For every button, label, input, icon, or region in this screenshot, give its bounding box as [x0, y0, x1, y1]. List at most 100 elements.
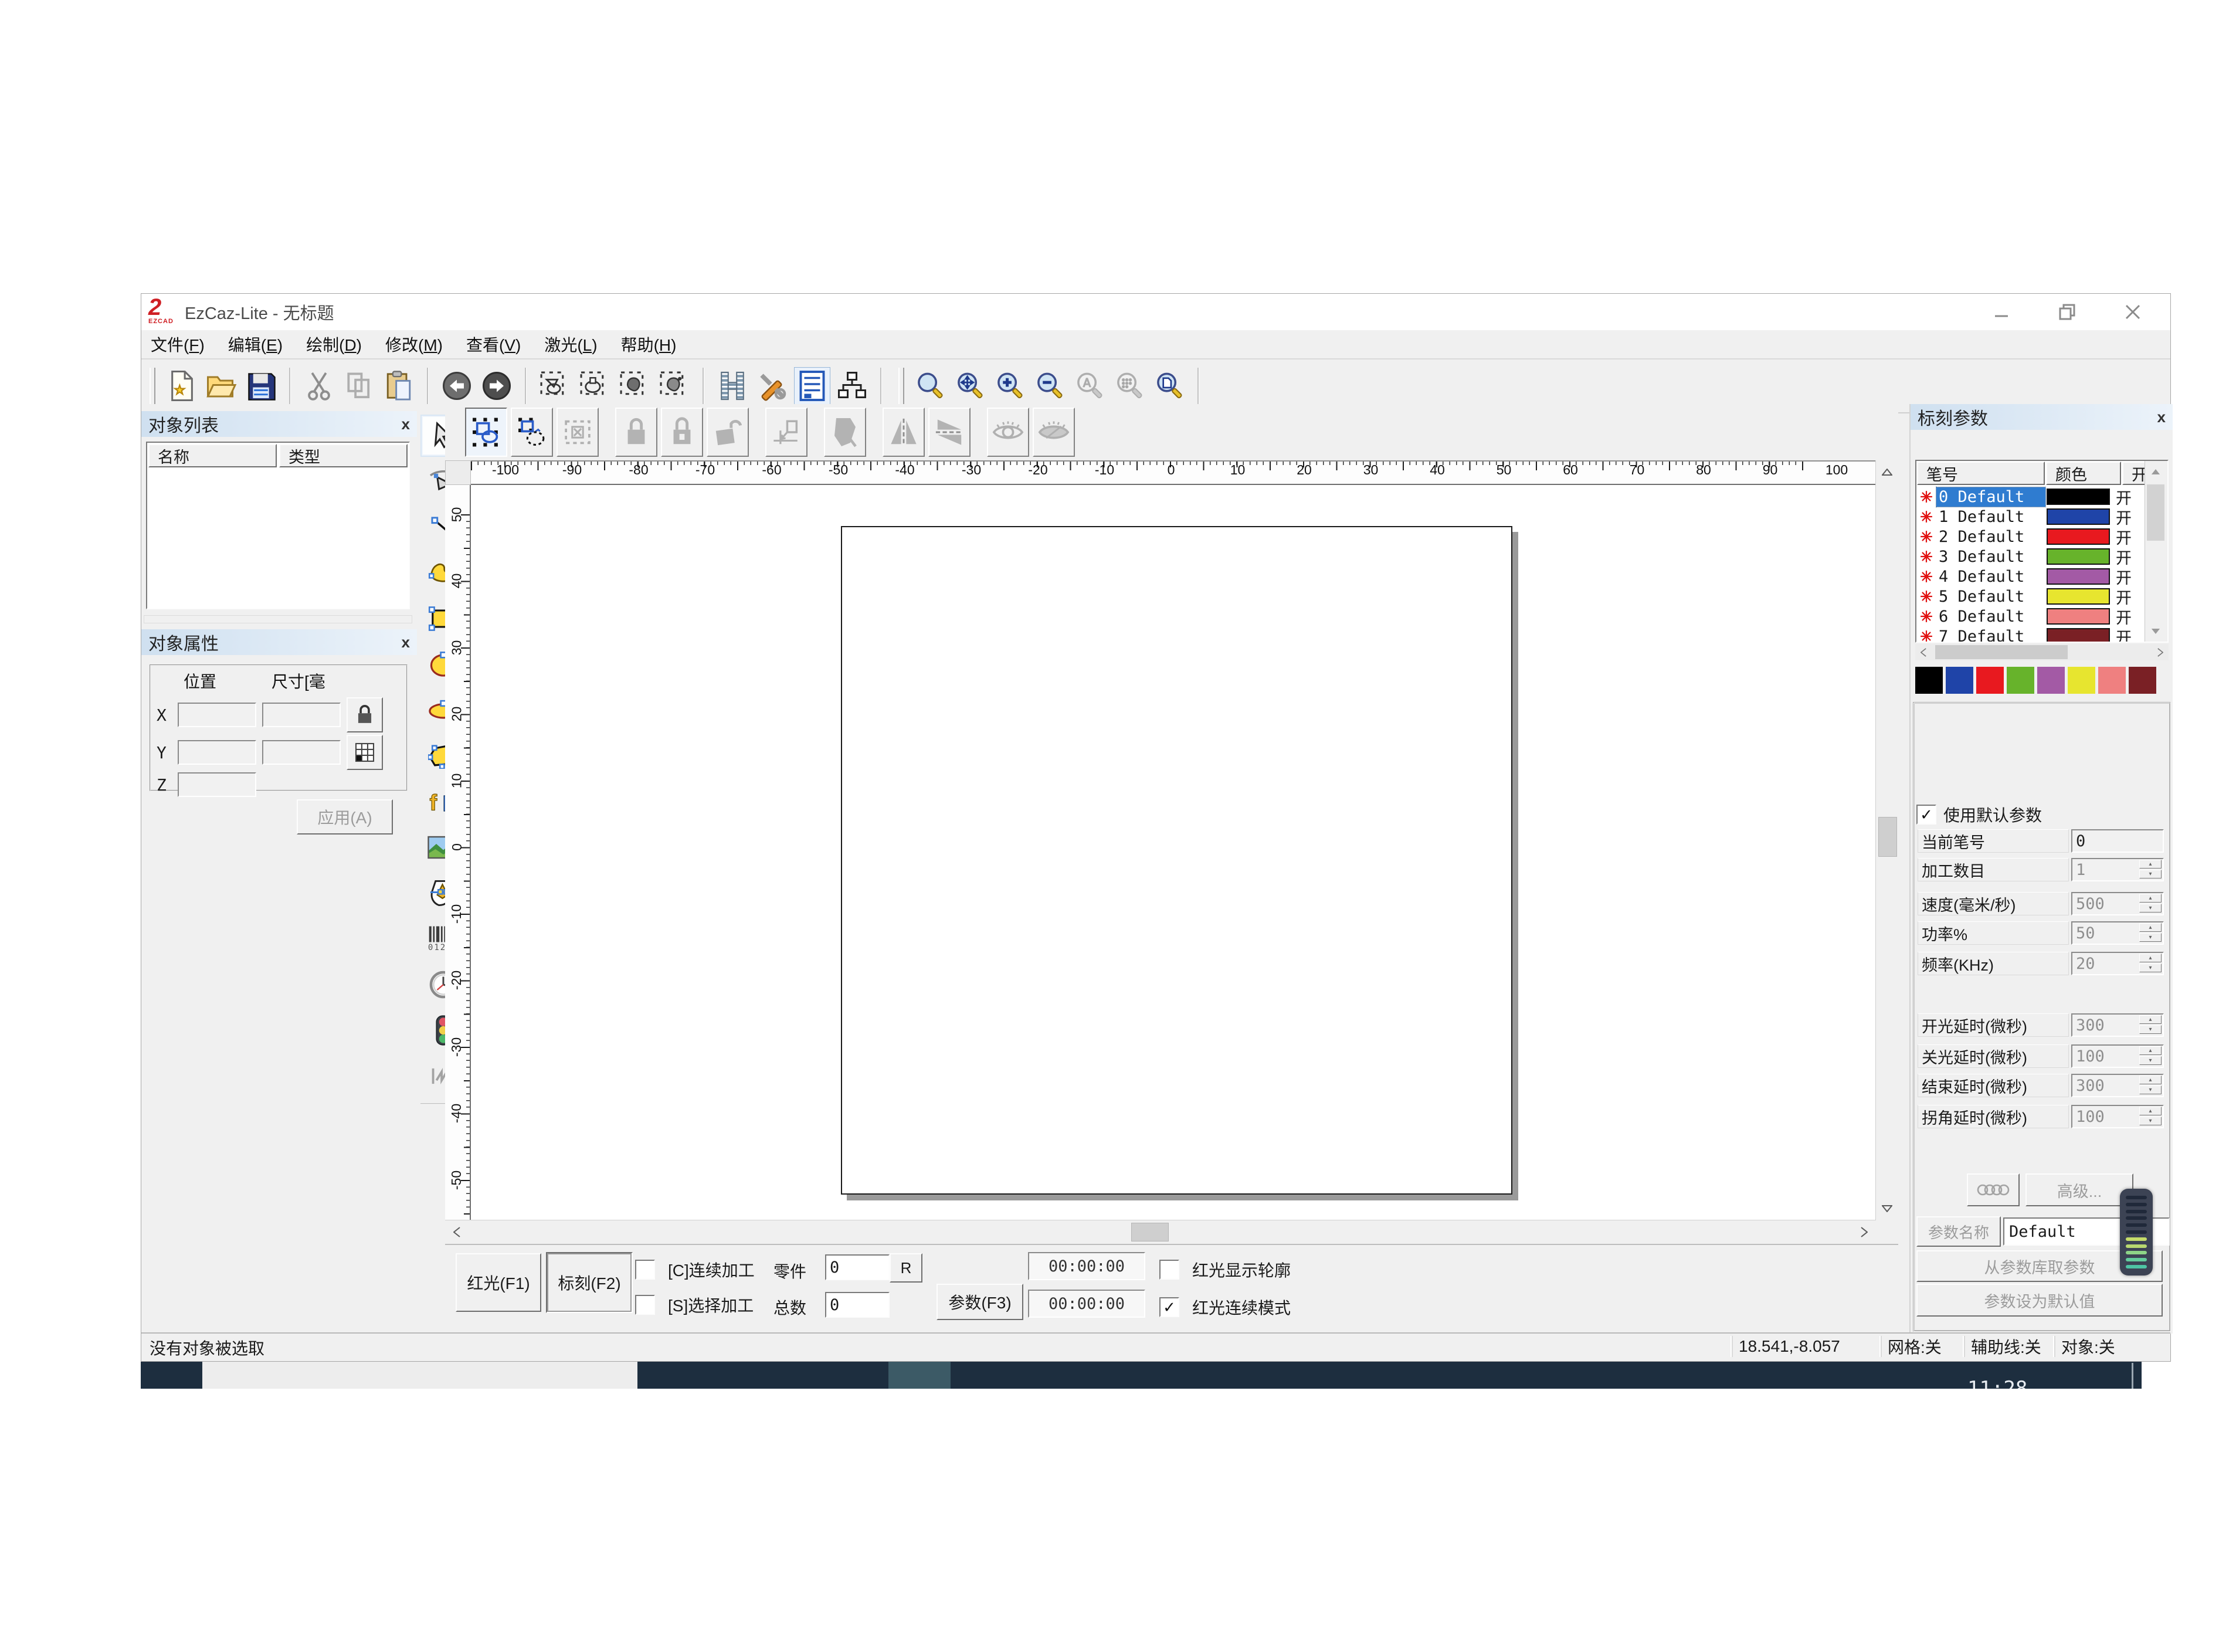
- pen-row[interactable]: 4 Default 开: [1916, 567, 2144, 586]
- pen-scroll-left-icon[interactable]: [1915, 644, 1932, 660]
- preview-hide-button[interactable]: [1033, 408, 1075, 457]
- laser-settings-button[interactable]: [754, 367, 790, 405]
- status-grid-toggle[interactable]: 网格:关: [1881, 1336, 1957, 1357]
- part-count-field[interactable]: 0: [825, 1254, 890, 1280]
- contour-checkbox[interactable]: [1159, 1260, 1179, 1280]
- menu-item[interactable]: 绘制(D): [306, 333, 362, 356]
- spinner-control[interactable]: ▴▾: [2139, 860, 2162, 878]
- zoom-page-button[interactable]: [1151, 367, 1187, 405]
- spinner-control[interactable]: ▴▾: [2139, 954, 2162, 972]
- object-props-close-icon[interactable]: x: [402, 633, 410, 652]
- pen-scroll-right-icon[interactable]: [2152, 644, 2169, 660]
- minimize-button[interactable]: [1987, 298, 2016, 326]
- lock-all-button[interactable]: [661, 408, 703, 457]
- param-field[interactable]: 300 ▴▾: [2071, 1074, 2164, 1097]
- y-position-field[interactable]: [178, 740, 256, 765]
- mark-params-close-icon[interactable]: x: [2157, 408, 2166, 426]
- object-tree-button[interactable]: [834, 367, 870, 405]
- aspect-lock-button[interactable]: [347, 697, 383, 732]
- copy-button[interactable]: [341, 367, 377, 405]
- pen-scroll-thumb[interactable]: [2147, 484, 2164, 541]
- continuous-checkbox[interactable]: [635, 1260, 655, 1280]
- palette-swatch[interactable]: [1976, 667, 2004, 694]
- reset-count-button[interactable]: R: [890, 1253, 922, 1283]
- y-size-field[interactable]: [262, 740, 341, 765]
- menu-item[interactable]: 查看(V): [466, 333, 521, 356]
- status-guides-toggle[interactable]: 辅助线:关: [1964, 1336, 2059, 1357]
- drawing-viewport[interactable]: [471, 485, 1876, 1220]
- node-add-button[interactable]: [576, 367, 613, 405]
- param-field[interactable]: 100 ▴▾: [2071, 1105, 2164, 1128]
- palette-swatch[interactable]: [1946, 667, 1973, 694]
- pen-table-hscroll[interactable]: [1915, 644, 2169, 660]
- scroll-up-icon[interactable]: [1876, 460, 1898, 484]
- spinner-control[interactable]: ▴▾: [2139, 1015, 2162, 1034]
- param-field[interactable]: 20 ▴▾: [2071, 952, 2164, 975]
- undo-button[interactable]: [439, 367, 475, 405]
- select-all-button[interactable]: [465, 408, 507, 457]
- param-field[interactable]: 500 ▴▾: [2071, 892, 2164, 915]
- param-f3-button[interactable]: 参数(F3): [937, 1284, 1023, 1320]
- set-as-default-button[interactable]: 参数设为默认值: [1916, 1284, 2163, 1317]
- menu-item[interactable]: 修改(M): [385, 333, 443, 356]
- vertical-scrollbar[interactable]: [1875, 460, 1898, 1220]
- param-field[interactable]: 0: [2071, 829, 2164, 853]
- column-header-type[interactable]: 类型: [279, 444, 408, 467]
- zoom-in-button[interactable]: [992, 367, 1028, 405]
- column-header-name[interactable]: 名称: [148, 444, 277, 467]
- zoom-out-button[interactable]: [1032, 367, 1068, 405]
- toolbar-grip[interactable]: [150, 368, 155, 404]
- spinner-control[interactable]: ▴▾: [2139, 894, 2162, 912]
- palette-swatch[interactable]: [2068, 667, 2095, 694]
- new-file-button[interactable]: [163, 367, 199, 405]
- pen-table-vscroll[interactable]: [2145, 461, 2167, 642]
- pen-row[interactable]: 3 Default 开: [1916, 547, 2144, 567]
- red-mode-checkbox[interactable]: ✓: [1159, 1297, 1179, 1317]
- pen-scroll-down-icon[interactable]: [2145, 620, 2166, 642]
- work-page[interactable]: [841, 526, 1512, 1195]
- panel-splitter[interactable]: [144, 615, 412, 623]
- pen-row[interactable]: 0 Default 开: [1916, 487, 2144, 507]
- cut-button[interactable]: [301, 367, 337, 405]
- param-field[interactable]: 100 ▴▾: [2071, 1044, 2164, 1068]
- object-list-body[interactable]: [148, 471, 408, 607]
- object-list-close-icon[interactable]: x: [402, 415, 410, 433]
- scroll-right-icon[interactable]: [1852, 1220, 1876, 1244]
- scroll-left-icon[interactable]: [445, 1220, 469, 1244]
- zoom-window-button[interactable]: [912, 367, 948, 405]
- menu-item[interactable]: 激光(L): [544, 333, 597, 356]
- pen-row[interactable]: 2 Default 开: [1916, 527, 2144, 547]
- pen-col-number[interactable]: 笔号: [1917, 462, 2045, 485]
- pen-col-color[interactable]: 颜色: [2046, 462, 2121, 485]
- select-invert-button[interactable]: [511, 408, 553, 457]
- unlock-button[interactable]: [707, 408, 749, 457]
- restore-button[interactable]: [2053, 298, 2081, 326]
- use-default-row[interactable]: ✓ 使用默认参数: [1916, 803, 2042, 826]
- palette-swatch[interactable]: [2037, 667, 2065, 694]
- menu-item[interactable]: 文件(F): [151, 333, 205, 356]
- save-button[interactable]: [243, 367, 279, 405]
- move-to-origin-button[interactable]: [765, 408, 807, 457]
- contour-mode-row[interactable]: 红光显示轮廓: [1159, 1258, 1291, 1281]
- pen-scroll-up-icon[interactable]: [2145, 461, 2166, 482]
- vertical-scroll-thumb[interactable]: [1878, 817, 1897, 857]
- z-position-field[interactable]: [178, 772, 256, 797]
- zoom-all-button[interactable]: A: [1071, 367, 1108, 405]
- hatch-button[interactable]: [714, 367, 751, 405]
- red-light-button[interactable]: 红光(F1): [456, 1253, 541, 1312]
- pen-hscroll-thumb[interactable]: [1935, 645, 2068, 659]
- title-bar[interactable]: 2 EZCAD EzCaz-Lite - 无标题: [141, 294, 2170, 330]
- node-delete-button[interactable]: [616, 367, 653, 405]
- preview-show-button[interactable]: [987, 408, 1029, 457]
- open-file-button[interactable]: [203, 367, 239, 405]
- spinner-control[interactable]: ▴▾: [2139, 1046, 2162, 1065]
- mirror-horizontal-button[interactable]: [883, 408, 925, 457]
- scroll-down-icon[interactable]: [1876, 1197, 1898, 1220]
- mark-panel-toggle-button[interactable]: [794, 367, 830, 405]
- horizontal-scroll-thumb[interactable]: [1131, 1223, 1169, 1241]
- hatch-fill-button[interactable]: [824, 408, 866, 457]
- advanced-button[interactable]: 高级...: [2025, 1173, 2133, 1206]
- pen-row[interactable]: 5 Default 开: [1916, 586, 2144, 606]
- rings-button[interactable]: [1967, 1173, 2020, 1206]
- taskbar[interactable]: 11:28: [141, 1362, 2142, 1389]
